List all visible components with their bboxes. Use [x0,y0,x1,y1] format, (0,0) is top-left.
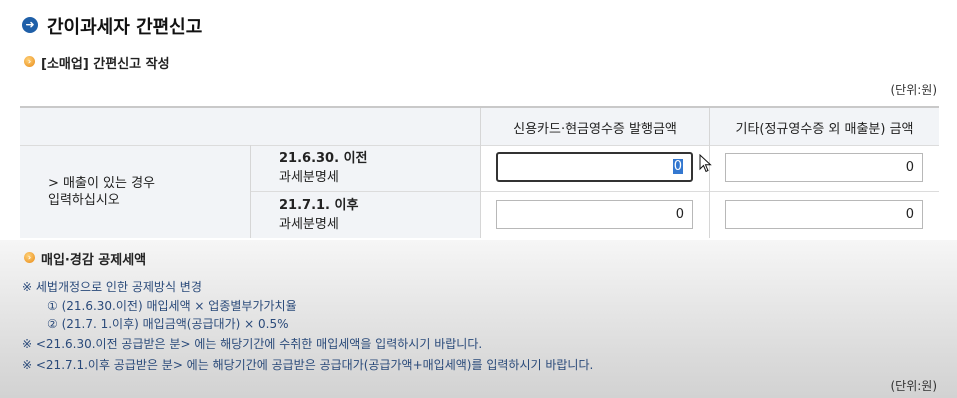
deduction-title: 매입·경감 공제세액 [41,253,147,268]
row2-label-line2: 과세분명세 [279,217,339,232]
note-3: ② (21.7. 1.이후) 매입금액(공급대가) × 0.5% [47,317,289,331]
other-amount-before-input[interactable]: 0 [725,153,923,182]
row1-label: 21.6.30. 이전 과세분명세 [279,149,368,187]
note-1: ※ 세법개정으로 인한 공제방식 변경 [22,280,202,294]
page-title: 간이과세자 간편신고 [47,17,203,38]
note-4: ※ <21.6.30.이전 공급받은 분> 에는 해당기간에 수취한 매입세액을… [22,337,483,351]
orange-bullet-icon-2: › [24,252,35,263]
row1-label-line2: 과세분명세 [279,170,339,185]
card-amount-before-input[interactable]: 0 [496,152,693,182]
unit-label-bottom: (단위:원) [890,379,937,393]
row2-label-line1: 21.7.1. 이후 [279,198,359,213]
note-5: ※ <21.7.1.이후 공급받은 분> 에는 해당기간에 공급받은 공급대가(… [22,358,594,372]
other-amount-after-input[interactable]: 0 [725,200,923,229]
section-label: [소매업] 간편신고 작성 [41,57,170,72]
mouse-pointer-icon [699,154,712,173]
row2-label: 21.7.1. 이후 과세분명세 [279,196,358,234]
col-head-other: 기타(정규영수증 외 매출분) 금액 [735,122,914,137]
note-2: ① (21.6.30.이전) 매입세액 × 업종별부가가치율 [47,299,297,313]
row1-label-line1: 21.6.30. 이전 [279,151,368,166]
row-divider [250,191,939,192]
col-head-card: 신용카드·현금영수증 발행금액 [513,122,677,137]
unit-label-top: (단위:원) [890,83,937,97]
orange-bullet-icon: › [24,56,35,67]
card-amount-after-input[interactable]: 0 [496,200,693,229]
selected-text: 0 [672,159,683,174]
left-label-line2: 입력하십시오 [48,193,120,208]
col-divider-1 [250,145,251,238]
arrow-right-circle-icon: ➜ [22,17,38,33]
